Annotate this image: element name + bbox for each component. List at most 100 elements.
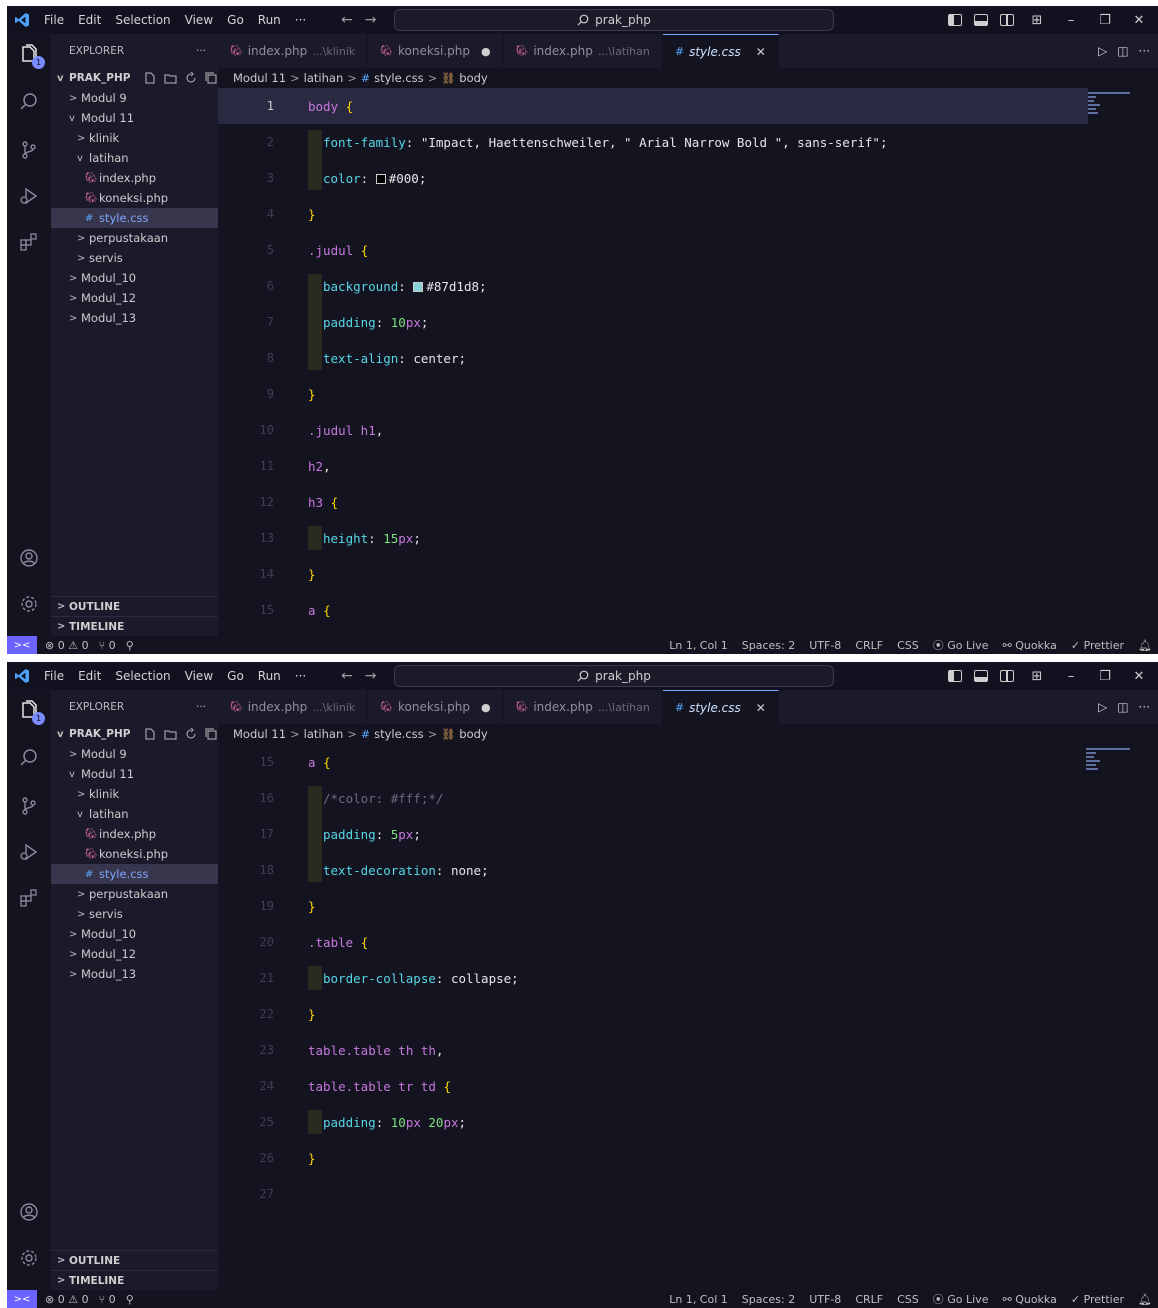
breadcrumb-item[interactable]: style.css xyxy=(374,71,424,85)
menu-item[interactable]: ··· xyxy=(288,662,313,690)
collapse-all-icon[interactable] xyxy=(205,72,217,84)
menu-item[interactable]: File xyxy=(37,6,71,34)
toggle-secondary-sidebar-icon[interactable] xyxy=(1000,14,1014,26)
new-folder-icon[interactable] xyxy=(164,72,177,84)
cursor-position[interactable]: Ln 1, Col 1 xyxy=(669,1293,728,1306)
back-arrow-icon[interactable]: ← xyxy=(341,12,353,28)
collapse-all-icon[interactable] xyxy=(205,728,217,740)
code-line[interactable]: 26} xyxy=(218,1140,1158,1176)
tree-file[interactable]: # style.css xyxy=(51,208,218,228)
close-window-icon[interactable]: ✕ xyxy=(1128,669,1150,684)
extensions-icon[interactable] xyxy=(17,230,41,254)
toggle-panel-icon[interactable] xyxy=(974,670,988,682)
tree-folder[interactable]: > klinik xyxy=(51,784,218,804)
workspace-root[interactable]: v PRAK_PHP xyxy=(51,68,218,88)
code-line[interactable]: 27 xyxy=(218,1176,1158,1212)
breadcrumb-item[interactable]: body xyxy=(459,71,487,85)
timeline-section[interactable]: > TIMELINE xyxy=(51,1270,218,1290)
more-actions-icon[interactable]: ··· xyxy=(1139,700,1150,714)
editor-tab[interactable]: 🐘︎ index.php ...\latihan xyxy=(504,690,663,724)
breadcrumb-item[interactable]: latihan xyxy=(304,727,344,741)
code-line[interactable]: 16 /*color: #fff;*/ xyxy=(218,780,1158,816)
quokka-button[interactable]: ⚯ Quokka xyxy=(1002,639,1056,652)
close-tab-icon[interactable]: ✕ xyxy=(756,45,766,59)
code-line[interactable]: 2 font-family: "Impact, Haettenschweiler,… xyxy=(218,124,1158,160)
code-line[interactable]: 18 text-decoration: none; xyxy=(218,852,1158,888)
split-editor-icon[interactable]: ◫ xyxy=(1117,44,1128,58)
code-line[interactable]: 10 .judul h1, xyxy=(218,412,1158,448)
command-center-search[interactable]: prak_php xyxy=(394,9,834,31)
pin-icon[interactable]: ⚲ xyxy=(126,1293,134,1306)
tree-file[interactable]: 🐘︎ koneksi.php xyxy=(51,188,218,208)
outline-section[interactable]: > OUTLINE xyxy=(51,1250,218,1270)
forward-arrow-icon[interactable]: → xyxy=(365,12,377,28)
code-line[interactable]: 1 body { xyxy=(218,88,1088,124)
code-editor[interactable]: 15 a {16/*color: #fff;*/17 padding: 5px; 18… xyxy=(218,744,1158,1290)
minimize-icon[interactable]: – xyxy=(1060,13,1082,28)
code-line[interactable]: 15 a { xyxy=(218,592,1158,628)
toggle-sidebar-icon[interactable] xyxy=(948,14,962,26)
code-line[interactable]: 25 padding: 10px 20px; xyxy=(218,1104,1158,1140)
tree-folder[interactable]: > Modul_12 xyxy=(51,288,218,308)
menu-item[interactable]: Run xyxy=(251,6,288,34)
tree-file[interactable]: 🐘︎ index.php xyxy=(51,824,218,844)
minimize-icon[interactable]: – xyxy=(1060,669,1082,684)
code-editor[interactable]: 1 body {2 font-family: "Impact, Haettensch… xyxy=(218,88,1158,636)
prettier-button[interactable]: ✓ Prettier xyxy=(1071,639,1124,652)
run-debug-icon[interactable] xyxy=(17,840,41,864)
customize-layout-icon[interactable]: ⊞ xyxy=(1026,13,1048,28)
tree-folder[interactable]: > perpustakaan xyxy=(51,884,218,904)
menu-item[interactable]: View xyxy=(178,6,220,34)
editor-tab[interactable]: 🐘︎ index.php ...\klinik xyxy=(218,690,369,724)
tree-folder[interactable]: v Modul 11 xyxy=(51,764,218,784)
split-editor-icon[interactable]: ◫ xyxy=(1117,700,1128,714)
tree-folder[interactable]: > klinik xyxy=(51,128,218,148)
code-line[interactable]: 22} xyxy=(218,996,1158,1032)
notifications-icon[interactable]: 🔔︎ xyxy=(1138,1293,1152,1306)
code-line[interactable]: 7 padding: 10px; xyxy=(218,304,1158,340)
explorer-more-icon[interactable]: ··· xyxy=(196,701,206,713)
tree-folder[interactable]: v Modul 11 xyxy=(51,108,218,128)
editor-tab[interactable]: 🐘︎ koneksi.php ● xyxy=(368,690,504,724)
unsaved-dot-icon[interactable]: ● xyxy=(481,45,491,58)
code-line[interactable]: 12 h3 { xyxy=(218,484,1158,520)
menu-item[interactable]: Go xyxy=(220,662,251,690)
restore-icon[interactable]: ❐ xyxy=(1094,13,1116,28)
eol-status[interactable]: CRLF xyxy=(855,1293,883,1306)
pin-icon[interactable]: ⚲ xyxy=(126,639,134,652)
code-line[interactable]: 20 .table { xyxy=(218,924,1158,960)
editor-tab[interactable]: 🐘︎ koneksi.php ● xyxy=(368,34,504,68)
run-icon[interactable]: ▷ xyxy=(1098,44,1107,58)
toggle-panel-icon[interactable] xyxy=(974,14,988,26)
editor-tab[interactable]: 🐘︎ index.php ...\latihan xyxy=(504,34,663,68)
code-line[interactable]: 13 height: 15px; xyxy=(218,520,1158,556)
menu-item[interactable]: Selection xyxy=(108,662,177,690)
source-control-icon[interactable] xyxy=(17,794,41,818)
tree-folder[interactable]: > servis xyxy=(51,248,218,268)
breadcrumb-item[interactable]: latihan xyxy=(304,71,344,85)
close-window-icon[interactable]: ✕ xyxy=(1128,13,1150,28)
more-actions-icon[interactable]: ··· xyxy=(1139,44,1150,58)
problems-status[interactable]: ⊗ 0 ⚠ 0 xyxy=(45,1293,89,1306)
ports-status[interactable]: ⑂ 0 xyxy=(99,639,116,652)
code-line[interactable]: 21 border-collapse: collapse; xyxy=(218,960,1158,996)
menu-item[interactable]: Go xyxy=(220,6,251,34)
extensions-icon[interactable] xyxy=(17,886,41,910)
restore-icon[interactable]: ❐ xyxy=(1094,669,1116,684)
tree-file[interactable]: # style.css xyxy=(51,864,218,884)
new-file-icon[interactable] xyxy=(144,72,156,84)
eol-status[interactable]: CRLF xyxy=(855,639,883,652)
menu-item[interactable]: ··· xyxy=(288,6,313,34)
code-line[interactable]: 23 table.table th th, xyxy=(218,1032,1158,1068)
go-live-button[interactable]: ⦿ Go Live xyxy=(933,1291,989,1307)
breadcrumb-item[interactable]: body xyxy=(459,727,487,741)
command-center-search[interactable]: prak_php xyxy=(394,665,834,687)
ports-status[interactable]: ⑂ 0 xyxy=(99,1293,116,1306)
color-swatch[interactable] xyxy=(375,173,386,184)
notifications-icon[interactable]: 🔔︎ xyxy=(1138,639,1152,652)
tree-folder[interactable]: v latihan xyxy=(51,804,218,824)
code-line[interactable]: 24 table.table tr td { xyxy=(218,1068,1158,1104)
manage-gear-icon[interactable] xyxy=(17,1246,41,1270)
code-line[interactable]: 5 .judul { xyxy=(218,232,1158,268)
tree-folder[interactable]: > Modul_13 xyxy=(51,308,218,328)
